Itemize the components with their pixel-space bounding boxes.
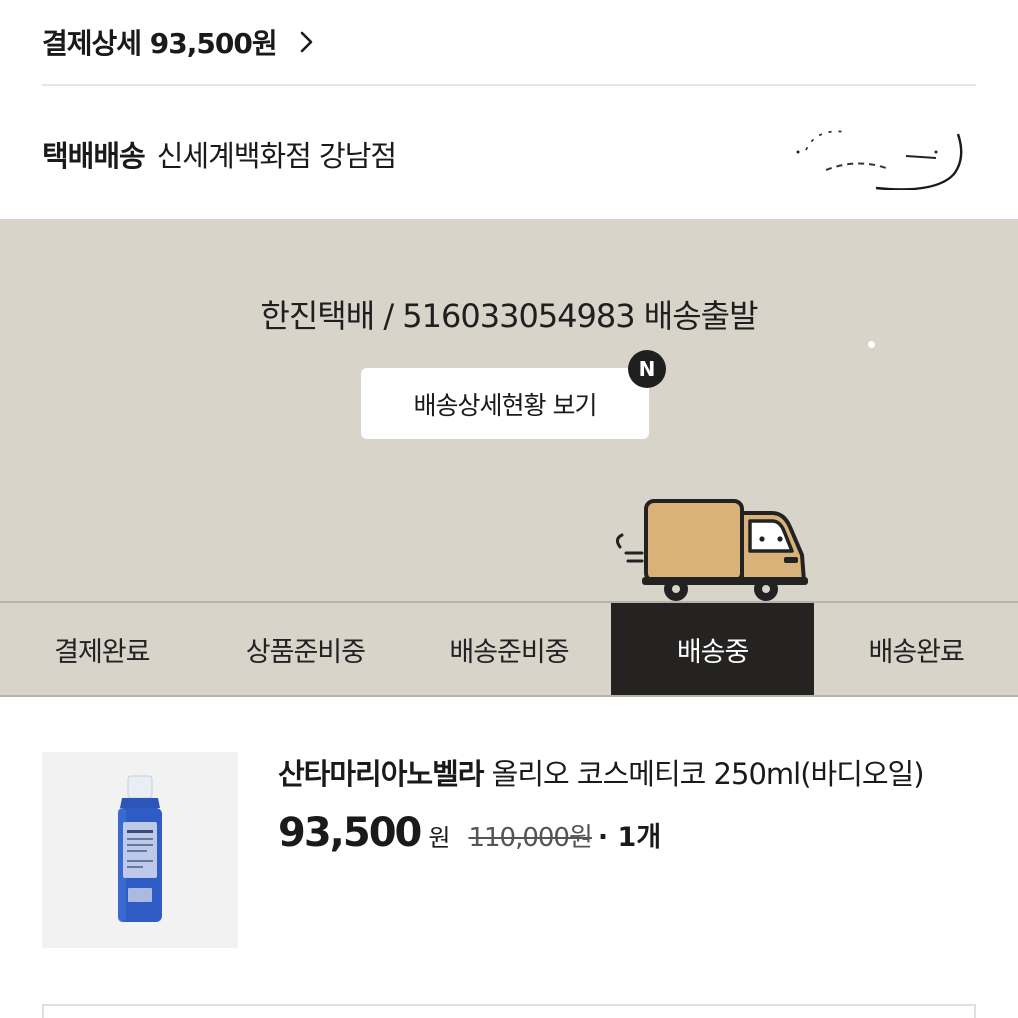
shipping-detail-button[interactable]: 배송상세현황 보기 (361, 368, 649, 439)
product-title: 올리오 코스메티코 250ml(바디오일) (483, 757, 925, 791)
payment-detail-label: 결제상세 93,500원 (42, 27, 278, 60)
delivery-truck-icon (615, 499, 808, 601)
original-price: 110,000원 (468, 823, 592, 853)
product-image[interactable] (42, 752, 238, 948)
delivery-store: 신세계백화점 강남점 (156, 139, 397, 173)
next-section-box (42, 1004, 976, 1018)
payment-detail-row[interactable]: 결제상세 93,500원 (42, 0, 976, 86)
tracking-info: 한진택배 / 516033054983 배송출발 (260, 297, 758, 335)
step-delivered: 배송완료 (868, 636, 964, 668)
product-name[interactable]: 산타마리아노벨라 올리오 코스메티코 250ml(바디오일) (278, 752, 976, 796)
step-preparing-shipment: 배송준비중 (449, 636, 569, 668)
delivery-type: 택배배송 (42, 139, 146, 173)
product-item[interactable]: 산타마리아노벨라 올리오 코스메티코 250ml(바디오일) 93,500 원 … (42, 752, 976, 948)
quantity: · 1개 (597, 822, 662, 853)
step-shipping: 배송중 (610, 603, 815, 695)
order-progress-steps: 결제완료 상품준비중 배송준비중 배송중 배송완료 (0, 601, 1018, 697)
new-badge: N (628, 350, 666, 388)
sale-price: 93,500 (278, 810, 422, 856)
step-preparing-product: 상품준비중 (245, 636, 366, 668)
step-payment-complete: 결제완료 (54, 636, 150, 668)
redacted-scribble (796, 130, 963, 190)
product-brand: 산타마리아노벨라 (278, 757, 484, 791)
delivery-info-row: 택배배송 신세계백화점 강남점 (42, 112, 976, 196)
product-bottle-image (118, 775, 162, 922)
price-line: 93,500 원 110,000원 · 1개 (278, 810, 976, 856)
product-info: 산타마리아노벨라 올리오 코스메티코 250ml(바디오일) 93,500 원 … (278, 752, 976, 856)
currency-unit: 원 (428, 824, 451, 852)
shipping-status-panel: 한진택배 / 516033054983 배송출발 배송상세현황 보기 N (0, 219, 1018, 601)
decor-dot (868, 341, 875, 348)
chevron-right-icon (300, 31, 312, 53)
